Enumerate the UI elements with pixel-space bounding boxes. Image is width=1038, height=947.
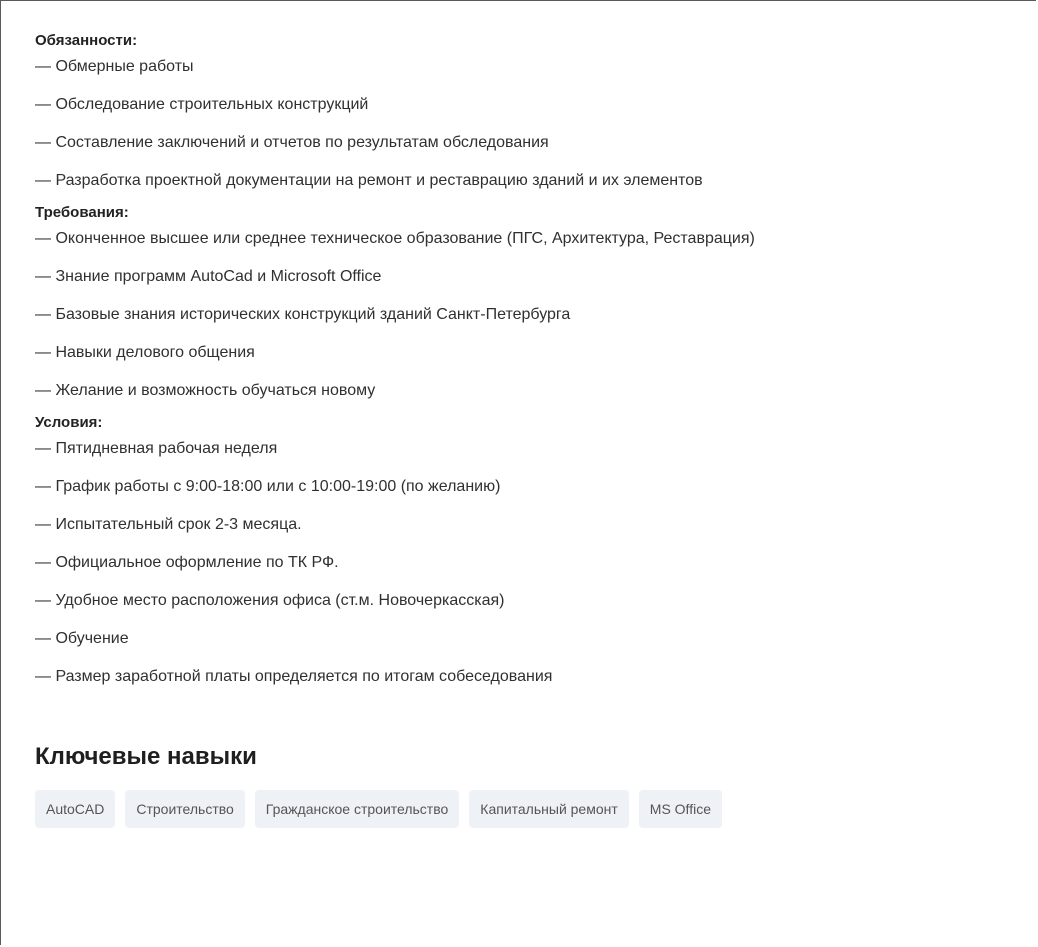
- skill-tag[interactable]: AutoCAD: [35, 790, 116, 828]
- section-title-conditions: Условия:: [35, 414, 103, 431]
- list-item: — График работы с 9:00-18:00 или с 10:00…: [35, 478, 501, 495]
- list-item: — Навыки делового общения: [35, 344, 255, 361]
- conditions-list: — Пятидневная рабочая неделя — График ра…: [35, 439, 1036, 687]
- key-skills-heading: Ключевые навыки: [35, 743, 257, 770]
- section-title-requirements: Требования:: [35, 204, 129, 221]
- list-item: — Официальное оформление по ТК РФ.: [35, 554, 339, 571]
- skill-tag[interactable]: MS Office: [638, 790, 722, 828]
- list-item: — Удобное место расположения офиса (ст.м…: [35, 592, 505, 609]
- list-item: — Обмерные работы: [35, 58, 194, 75]
- list-item: — Разработка проектной документации на р…: [35, 172, 703, 189]
- requirements-list: — Оконченное высшее или среднее техничес…: [35, 229, 1036, 401]
- key-skills-tags: AutoCAD Строительство Гражданское строит…: [35, 790, 1036, 828]
- list-item: — Испытательный срок 2-3 месяца.: [35, 516, 302, 533]
- list-item: — Оконченное высшее или среднее техничес…: [35, 230, 755, 247]
- vacancy-description: Обязанности: — Обмерные работы — Обследо…: [35, 31, 1036, 828]
- section-title-duties: Обязанности:: [35, 32, 138, 49]
- section-requirements: Требования: — Оконченное высшее или сред…: [35, 203, 1036, 401]
- list-item: — Базовые знания исторических конструкци…: [35, 306, 571, 323]
- list-item: — Составление заключений и отчетов по ре…: [35, 134, 549, 151]
- list-item: — Знание программ AutoCad и Microsoft Of…: [35, 268, 382, 285]
- section-duties: Обязанности: — Обмерные работы — Обследо…: [35, 31, 1036, 191]
- skill-tag[interactable]: Строительство: [125, 790, 245, 828]
- vacancy-description-frame: Обязанности: — Обмерные работы — Обследо…: [0, 0, 1036, 945]
- list-item: — Обследование строительных конструкций: [35, 96, 369, 113]
- list-item: — Пятидневная рабочая неделя: [35, 440, 278, 457]
- list-item: — Желание и возможность обучаться новому: [35, 382, 376, 399]
- skill-tag[interactable]: Гражданское строительство: [254, 790, 460, 828]
- list-item: — Размер заработной платы определяется п…: [35, 668, 553, 685]
- section-conditions: Условия: — Пятидневная рабочая неделя — …: [35, 413, 1036, 687]
- duties-list: — Обмерные работы — Обследование строите…: [35, 57, 1036, 191]
- skill-tag[interactable]: Капитальный ремонт: [469, 790, 629, 828]
- list-item: — Обучение: [35, 630, 129, 647]
